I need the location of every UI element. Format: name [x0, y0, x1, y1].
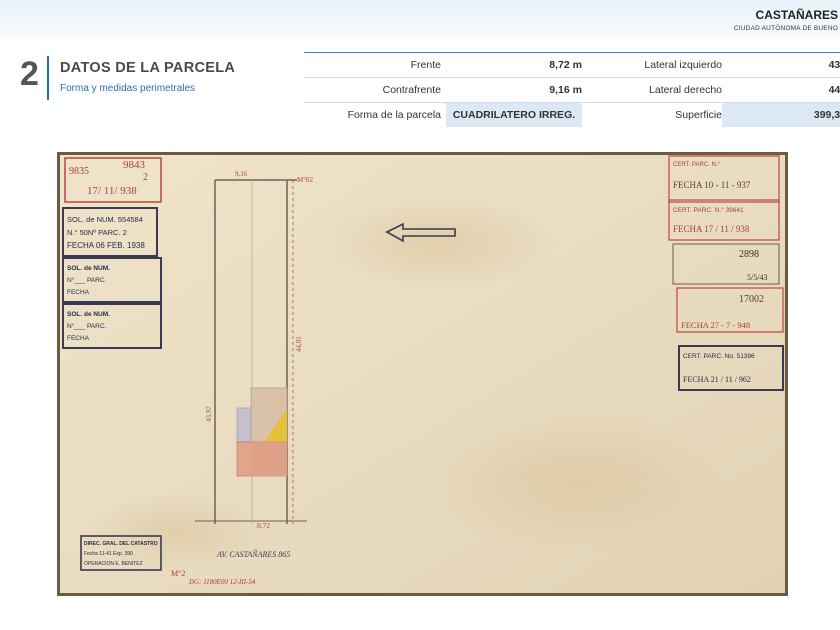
section-subtitle: Forma y medidas perimetrales	[60, 83, 196, 94]
label-lateral-derecho: Lateral derecho	[649, 84, 722, 96]
top-banner	[0, 0, 840, 44]
svg-text:FECHA: FECHA	[67, 289, 90, 296]
table-row: Contrafrente 9,16 m Lateral derecho 44,0	[304, 78, 840, 103]
svg-text:SOL. de NUM.: SOL. de NUM.	[67, 311, 110, 318]
svg-text:DIREC. GRAL. DEL CATASTRO: DIREC. GRAL. DEL CATASTRO	[84, 541, 158, 547]
dim-top: 9,16	[235, 170, 248, 178]
svg-text:FECHA 27 - 7 - 948: FECHA 27 - 7 - 948	[681, 320, 750, 330]
dim-bottom: 8,72	[257, 521, 270, 530]
svg-text:N°___ PARC.: N°___ PARC.	[67, 322, 107, 330]
table-row: Forma de la parcela CUADRILATERO IRREG. …	[304, 103, 840, 127]
table-row: Frente 8,72 m Lateral izquierdo 43,8	[304, 53, 840, 78]
svg-text:17002: 17002	[739, 294, 764, 305]
value-lateral-izquierdo: 43,8	[828, 59, 840, 71]
bottom-note: DG: 1180E00 12-III-54	[188, 578, 256, 586]
svg-text:17/ 11/ 938: 17/ 11/ 938	[87, 185, 137, 197]
value-contrafrente: 9,16 m	[549, 84, 582, 96]
paper-stain	[317, 192, 557, 292]
street-label: AV. CASTAÑARES 865	[216, 550, 290, 559]
value-forma-parcela: CUADRILATERO IRREG.	[446, 103, 582, 127]
svg-text:N.° 50Nº PARC. 2: N.° 50Nº PARC. 2	[67, 228, 127, 237]
svg-text:SOL. de NUM. 554584: SOL. de NUM. 554584	[67, 215, 143, 224]
svg-text:FECHA 17 / 11 / 938: FECHA 17 / 11 / 938	[673, 224, 750, 234]
svg-text:9835: 9835	[69, 166, 89, 177]
svg-text:CERT. PARC. N.°: CERT. PARC. N.°	[673, 162, 720, 168]
dim-left: 43,97	[205, 406, 213, 422]
svg-text:5/5/43: 5/5/43	[747, 273, 767, 282]
parcel-data-table: Frente 8,72 m Lateral izquierdo 43,8 Con…	[304, 52, 840, 127]
section-title: DATOS DE LA PARCELA	[60, 60, 236, 76]
svg-text:FECHA 06 FEB. 1938: FECHA 06 FEB. 1938	[67, 241, 145, 250]
svg-text:2: 2	[143, 172, 148, 183]
label-frente: Frente	[410, 59, 441, 71]
svg-text:Fecha 11-41 Exp. 390: Fecha 11-41 Exp. 390	[84, 551, 133, 557]
paper-stain	[427, 412, 727, 552]
section-number: 2	[20, 55, 39, 93]
svg-text:CERT. PARC. No. 51396: CERT. PARC. No. 51396	[683, 353, 755, 360]
svg-text:FECHA 21 / 11 / 962: FECHA 21 / 11 / 962	[683, 375, 751, 384]
svg-text:FECHA 10 - 11 - 937: FECHA 10 - 11 - 937	[673, 180, 751, 190]
svg-text:9843: 9843	[123, 159, 146, 171]
dim-right: 44,01	[295, 336, 303, 352]
svg-text:SOL. de NUM.: SOL. de NUM.	[67, 265, 110, 272]
city-name: CIUDAD AUTÓNOMA DE BUENO	[733, 25, 838, 32]
label-lateral-izquierdo: Lateral izquierdo	[644, 59, 722, 71]
mark-top: M°02	[297, 176, 314, 184]
svg-text:OPERACION E. BENITEZ: OPERACION E. BENITEZ	[84, 561, 143, 567]
value-frente: 8,72 m	[549, 59, 582, 71]
street-name: CASTAÑARES	[755, 8, 838, 22]
svg-text:2898: 2898	[739, 249, 759, 260]
label-contrafrente: Contrafrente	[382, 84, 441, 96]
label-forma-parcela: Forma de la parcela	[347, 109, 441, 121]
svg-text:FECHA: FECHA	[67, 335, 90, 342]
cadastral-plan-image: 9843 9835 2 17/ 11/ 938 SOL. de NUM. 554…	[57, 152, 788, 596]
section-accent-bar	[47, 56, 49, 100]
paper-stain	[87, 492, 267, 572]
value-superficie: 399,30	[722, 103, 840, 127]
value-lateral-derecho: 44,0	[828, 84, 840, 96]
corner-note: M°2	[171, 569, 185, 578]
label-superficie: Superficie	[675, 109, 722, 121]
svg-text:CERT. PARC. N.° 39641: CERT. PARC. N.° 39641	[673, 206, 744, 214]
svg-text:N°___ PARC.: N°___ PARC.	[67, 276, 107, 284]
